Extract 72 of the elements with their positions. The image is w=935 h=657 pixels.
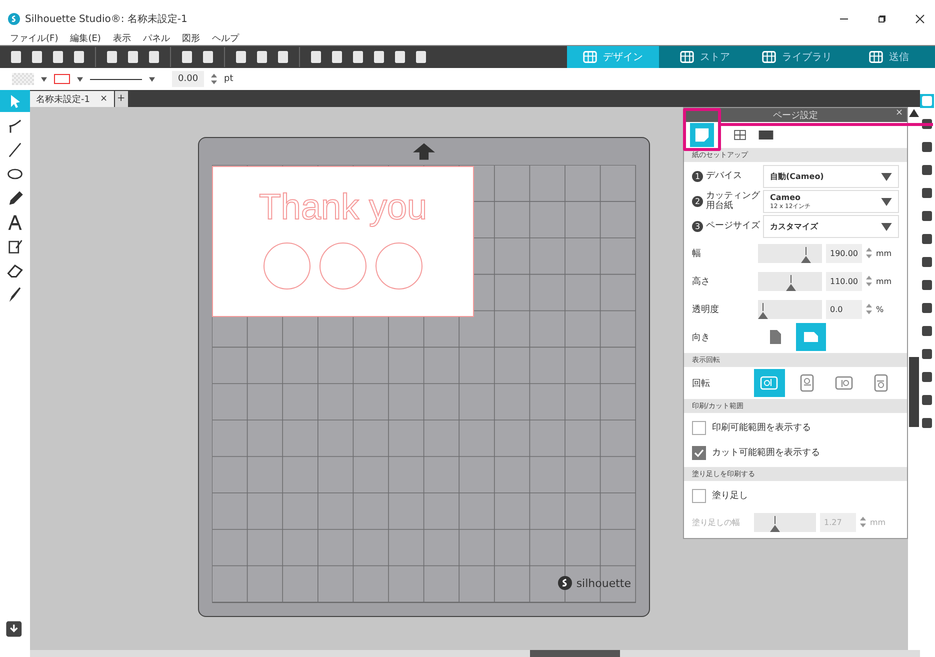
panel-close-button[interactable]: × (895, 108, 903, 118)
field-label: 透明度 (692, 304, 720, 316)
value-field[interactable]: 110.00 (826, 272, 862, 290)
add-tab-button[interactable]: + (114, 91, 128, 107)
field-label: デバイス (706, 172, 743, 182)
scrollbar-thumb[interactable] (530, 650, 620, 657)
dropdown-caret-icon[interactable] (77, 76, 83, 82)
close-icon[interactable] (915, 14, 925, 24)
slider-track[interactable] (758, 272, 822, 290)
dropdown-caret-icon (881, 198, 892, 206)
dropdown-caret-icon[interactable] (41, 76, 47, 82)
unit-label: pt (224, 74, 234, 84)
window-title: Silhouette Studio®: 名称未設定-1 (25, 12, 188, 26)
scroll-up-icon[interactable] (909, 109, 919, 117)
menu-item[interactable]: ファイル(F) (10, 32, 58, 45)
checkbox[interactable] (692, 446, 706, 460)
scrollbar-thumb[interactable] (909, 357, 919, 427)
spinner-icon[interactable] (866, 303, 872, 315)
dropdown-caret-icon[interactable] (149, 76, 155, 82)
spinner-icon[interactable] (866, 275, 872, 287)
unit-label: % (876, 304, 884, 314)
menu-item[interactable]: ヘルプ (212, 32, 239, 45)
highlight-frame (683, 108, 721, 151)
checkbox-label: 塗り足し (712, 490, 748, 502)
dropdown[interactable]: カスタマイズ (763, 215, 899, 238)
app-logo-icon (8, 13, 20, 25)
slider-track[interactable] (758, 300, 822, 318)
menu-item[interactable]: 編集(E) (70, 32, 101, 45)
line-color-swatch[interactable] (54, 74, 70, 84)
mat-logo-text: silhouette (576, 576, 631, 590)
dropdown-caret-icon (881, 172, 892, 180)
fill-pattern-swatch[interactable] (12, 73, 34, 85)
value-field[interactable]: 190.00 (826, 244, 862, 262)
slider-thumb[interactable] (758, 302, 768, 318)
line-width-field[interactable]: 0.00 (172, 71, 204, 87)
step-number: 2 (692, 196, 703, 207)
field-label: 回転 (692, 378, 711, 390)
feed-arrow-icon (413, 143, 435, 160)
slider-thumb[interactable] (801, 246, 812, 262)
checkbox-label: 印刷可能範囲を表示する (712, 422, 811, 434)
field-label: ページサイズ (706, 222, 760, 232)
slider-track[interactable] (758, 244, 822, 262)
restore-icon[interactable] (877, 14, 887, 24)
dropdown-caret-icon (881, 222, 892, 230)
menu-item[interactable]: パネル (142, 32, 170, 45)
tab-label: 名称未設定-1 (36, 94, 90, 106)
unit-label: mm (876, 276, 892, 286)
field-label: 向き (692, 332, 711, 344)
menu-item[interactable]: 図形 (182, 32, 200, 45)
unit-label: mm (876, 248, 892, 258)
logo-icon (558, 576, 572, 590)
step-number: 3 (692, 221, 703, 232)
field-label: 高さ (692, 276, 711, 288)
step-number: 1 (692, 171, 703, 182)
slider-thumb[interactable] (786, 274, 796, 290)
spinner-icon[interactable] (866, 247, 872, 259)
tab-close-button[interactable]: × (100, 94, 108, 104)
field-label: 塗り足しの幅 (692, 516, 741, 528)
outlined-text: Thank you (258, 187, 428, 227)
unit-label: mm (870, 518, 886, 526)
line-style-preview[interactable] (90, 78, 142, 80)
spinner-icon[interactable] (211, 73, 218, 85)
menu-item[interactable]: 表示 (112, 32, 131, 45)
checkbox[interactable] (692, 488, 706, 502)
dropdown[interactable]: 自動(Cameo) (763, 165, 899, 188)
checkbox[interactable] (692, 420, 706, 434)
value-field[interactable]: 0.0 (826, 300, 862, 318)
document-tab[interactable]: 名称未設定-1 × (30, 91, 114, 107)
field-label: 幅 (692, 248, 702, 260)
field-label: カッティング用台紙 (706, 192, 760, 212)
panel-title: ページ設定 (773, 110, 818, 122)
checkbox-label: カット可能範囲を表示する (712, 446, 820, 459)
